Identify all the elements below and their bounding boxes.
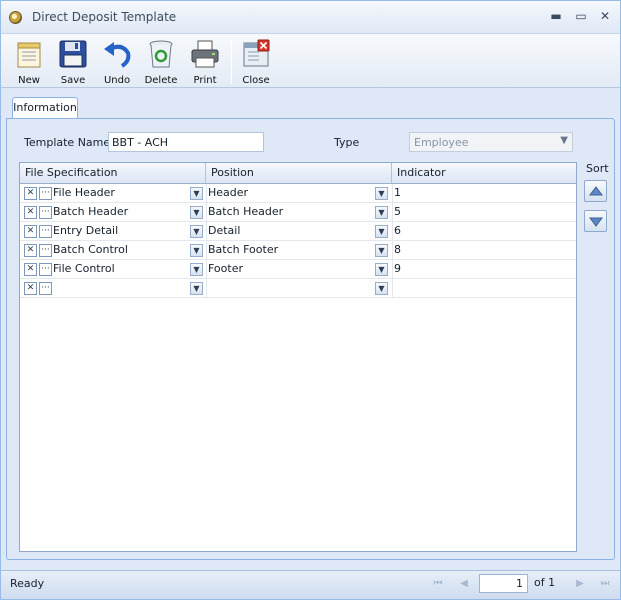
- floppy-disk-icon: [59, 40, 87, 68]
- position-cell[interactable]: Detail: [208, 222, 240, 240]
- new-table-row[interactable]: ✕ ··· ▼ ▼: [20, 279, 576, 298]
- new-button[interactable]: New: [9, 37, 49, 87]
- file-specification-grid: File Specification Position Indicator ✕ …: [19, 162, 577, 552]
- position-cell[interactable]: Batch Footer: [208, 241, 278, 259]
- status-text: Ready: [10, 577, 45, 590]
- position-cell[interactable]: Batch Header: [208, 203, 283, 221]
- chevron-down-icon[interactable]: ▼: [375, 282, 388, 295]
- ellipsis-icon[interactable]: ···: [39, 187, 52, 200]
- window-title: Direct Deposit Template: [32, 10, 177, 24]
- undo-label: Undo: [103, 75, 131, 86]
- table-row[interactable]: ✕ ··· File Control ▼ Footer ▼ 9: [20, 260, 576, 279]
- new-label: New: [18, 75, 40, 86]
- sort-label: Sort: [586, 162, 609, 175]
- triangle-up-icon: [589, 186, 603, 196]
- minimize-button[interactable]: ▬: [549, 9, 563, 23]
- printer-icon: [191, 40, 219, 68]
- chevron-down-icon[interactable]: ▼: [190, 225, 203, 238]
- type-label: Type: [334, 136, 360, 149]
- chevron-down-icon[interactable]: ▼: [375, 206, 388, 219]
- application-window: Direct Deposit Template ▬ ▭ ✕ New Save U…: [0, 0, 621, 600]
- save-label: Save: [60, 75, 86, 86]
- close-label: Close: [242, 75, 270, 86]
- file-spec-cell[interactable]: File Header: [53, 184, 115, 202]
- table-row[interactable]: ✕ ··· Entry Detail ▼ Detail ▼ 6: [20, 222, 576, 241]
- file-spec-cell[interactable]: Batch Header: [53, 203, 128, 221]
- file-spec-cell[interactable]: File Control: [53, 260, 115, 278]
- print-button[interactable]: Print: [185, 37, 225, 87]
- ellipsis-icon[interactable]: ···: [39, 206, 52, 219]
- chevron-down-icon[interactable]: ▼: [190, 263, 203, 276]
- position-cell[interactable]: Header: [208, 184, 248, 202]
- delete-row-icon[interactable]: ✕: [24, 225, 37, 238]
- triangle-down-icon: [589, 217, 603, 227]
- indicator-cell[interactable]: 6: [394, 222, 401, 240]
- indicator-cell[interactable]: 9: [394, 260, 401, 278]
- delete-button[interactable]: Delete: [141, 37, 181, 87]
- tab-information[interactable]: Information: [12, 97, 78, 119]
- save-button[interactable]: Save: [53, 37, 93, 87]
- chevron-down-icon[interactable]: ▼: [190, 187, 203, 200]
- toolbar: New Save Undo Delete Print Close: [1, 34, 620, 88]
- undo-button[interactable]: Undo: [97, 37, 137, 87]
- maximize-button[interactable]: ▭: [574, 9, 588, 23]
- delete-row-icon[interactable]: ✕: [24, 244, 37, 257]
- ellipsis-icon[interactable]: ···: [39, 282, 52, 295]
- ellipsis-icon[interactable]: ···: [39, 244, 52, 257]
- column-header-indicator[interactable]: Indicator: [392, 163, 576, 183]
- previous-page-icon[interactable]: ◀: [457, 577, 471, 591]
- type-select[interactable]: Employee ▼: [409, 132, 573, 152]
- chevron-down-icon[interactable]: ▼: [375, 187, 388, 200]
- chevron-down-icon[interactable]: ▼: [375, 244, 388, 257]
- sort-up-button[interactable]: [584, 180, 607, 202]
- page-number-input[interactable]: [479, 574, 528, 593]
- close-button[interactable]: Close: [236, 37, 276, 87]
- app-icon: [9, 11, 22, 24]
- delete-row-icon[interactable]: ✕: [24, 282, 37, 295]
- ellipsis-icon[interactable]: ···: [39, 263, 52, 276]
- sort-down-button[interactable]: [584, 210, 607, 232]
- chevron-down-icon[interactable]: ▼: [190, 206, 203, 219]
- indicator-cell[interactable]: 1: [394, 184, 401, 202]
- chevron-down-icon: ▼: [560, 135, 568, 146]
- chevron-down-icon[interactable]: ▼: [190, 244, 203, 257]
- chevron-down-icon[interactable]: ▼: [375, 263, 388, 276]
- type-select-value: Employee: [414, 136, 469, 149]
- table-row[interactable]: ✕ ··· File Header ▼ Header ▼ 1: [20, 184, 576, 203]
- close-window-button[interactable]: ✕: [598, 9, 612, 23]
- file-spec-cell[interactable]: Batch Control: [53, 241, 128, 259]
- template-name-input[interactable]: [108, 132, 264, 152]
- ellipsis-icon[interactable]: ···: [39, 225, 52, 238]
- column-header-file-specification[interactable]: File Specification: [20, 163, 206, 183]
- delete-row-icon[interactable]: ✕: [24, 206, 37, 219]
- table-row[interactable]: ✕ ··· Batch Header ▼ Batch Header ▼ 5: [20, 203, 576, 222]
- next-page-icon[interactable]: ▶: [573, 577, 587, 591]
- new-document-icon: [17, 42, 41, 68]
- column-header-position[interactable]: Position: [206, 163, 392, 183]
- indicator-cell[interactable]: 5: [394, 203, 401, 221]
- first-page-icon[interactable]: ⏮: [431, 577, 445, 591]
- status-bar: Ready ⏮ ◀ of 1 ▶ ⏭: [1, 570, 620, 599]
- undo-arrow-icon: [104, 42, 131, 68]
- chevron-down-icon[interactable]: ▼: [375, 225, 388, 238]
- indicator-cell[interactable]: 8: [394, 241, 401, 259]
- recycle-bin-icon: [149, 40, 173, 68]
- grid-header: File Specification Position Indicator: [20, 163, 576, 184]
- delete-label: Delete: [144, 75, 178, 86]
- template-name-label: Template Name: [24, 136, 111, 149]
- print-label: Print: [193, 75, 217, 86]
- position-cell[interactable]: Footer: [208, 260, 243, 278]
- file-spec-cell[interactable]: Entry Detail: [53, 222, 118, 240]
- delete-row-icon[interactable]: ✕: [24, 263, 37, 276]
- page-count: of 1: [534, 576, 556, 589]
- delete-row-icon[interactable]: ✕: [24, 187, 37, 200]
- close-window-icon: [243, 39, 270, 67]
- last-page-icon[interactable]: ⏭: [598, 577, 612, 591]
- chevron-down-icon[interactable]: ▼: [190, 282, 203, 295]
- table-row[interactable]: ✕ ··· Batch Control ▼ Batch Footer ▼ 8: [20, 241, 576, 260]
- toolbar-separator: [231, 40, 232, 84]
- title-bar: Direct Deposit Template ▬ ▭ ✕: [1, 1, 620, 34]
